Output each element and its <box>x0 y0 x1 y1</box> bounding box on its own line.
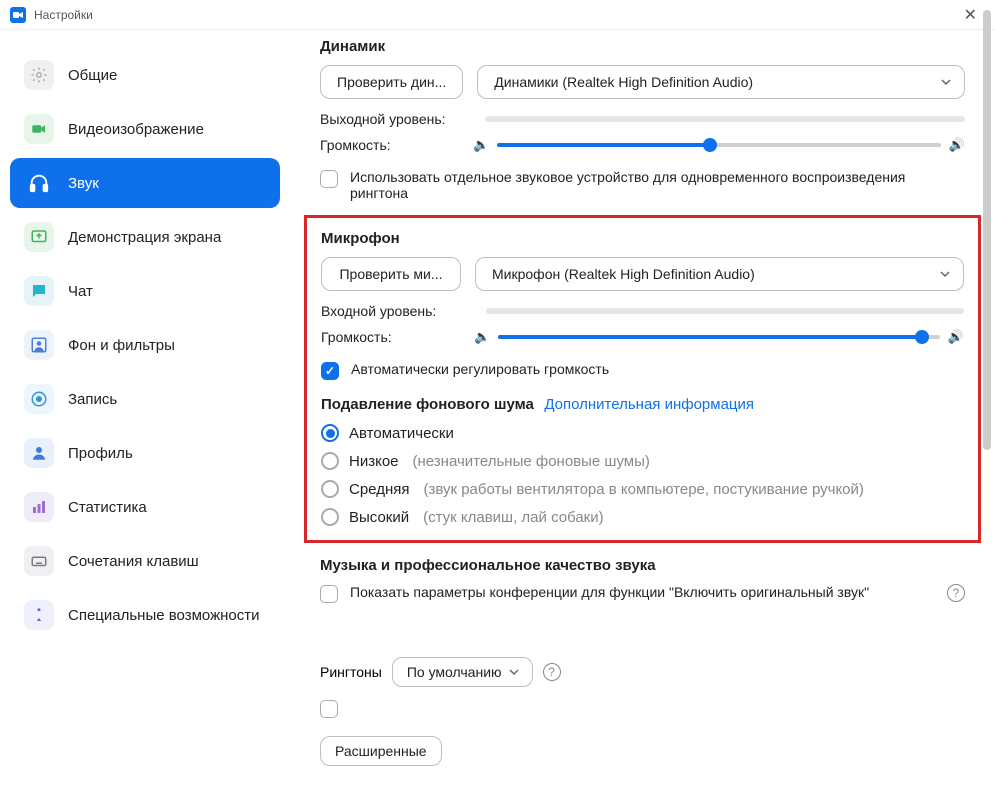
help-icon[interactable]: ? <box>543 663 561 681</box>
auto-adjust-volume-label: Автоматически регулировать громкость <box>351 361 609 377</box>
window-title: Настройки <box>34 8 93 22</box>
speaker-volume-label: Громкость: <box>320 137 465 153</box>
sidebar-item-accessibility[interactable]: Специальные возможности <box>10 590 280 640</box>
chevron-down-icon <box>508 666 520 678</box>
sidebar-item-label: Общие <box>68 67 117 84</box>
sidebar-item-video[interactable]: Видеоизображение <box>10 104 280 154</box>
speaker-high-icon: 🔊 <box>949 137 965 153</box>
help-icon[interactable]: ? <box>947 584 965 602</box>
noise-auto-label: Автоматически <box>349 425 454 442</box>
original-sound-label: Показать параметры конференции для функц… <box>350 584 935 600</box>
microphone-heading: Микрофон <box>321 230 964 247</box>
sidebar-item-shortcuts[interactable]: Сочетания клавиш <box>10 536 280 586</box>
video-icon <box>24 114 54 144</box>
ringtones-value: По умолчанию <box>407 664 502 680</box>
original-sound-checkbox[interactable] <box>320 585 338 603</box>
noise-high-hint: (стук клавиш, лай собаки) <box>423 509 603 526</box>
output-level-label: Выходной уровень: <box>320 111 465 127</box>
partial-checkbox[interactable] <box>320 700 338 718</box>
sidebar-item-statistics[interactable]: Статистика <box>10 482 280 532</box>
noise-medium-radio[interactable] <box>321 480 339 498</box>
mic-volume-label: Громкость: <box>321 329 466 345</box>
accessibility-icon <box>24 600 54 630</box>
ringtones-select[interactable]: По умолчанию <box>392 657 533 687</box>
test-mic-button[interactable]: Проверить ми... <box>321 257 461 291</box>
speaker-device-select[interactable]: Динамики (Realtek High Definition Audio) <box>477 65 965 99</box>
input-level-label: Входной уровень: <box>321 303 466 319</box>
sidebar-item-label: Сочетания клавиш <box>68 553 199 570</box>
sidebar-item-chat[interactable]: Чат <box>10 266 280 316</box>
mic-device-value: Микрофон (Realtek High Definition Audio) <box>492 266 755 282</box>
speaker-high-icon: 🔊 <box>948 329 964 345</box>
close-button[interactable]: ✕ <box>956 5 985 25</box>
sidebar-item-label: Фон и фильтры <box>68 337 175 354</box>
keyboard-icon <box>24 546 54 576</box>
share-screen-icon <box>24 222 54 252</box>
speaker-device-value: Динамики (Realtek High Definition Audio) <box>494 74 753 90</box>
sidebar-item-label: Чат <box>68 283 93 300</box>
headphones-icon <box>24 168 54 198</box>
test-speaker-button[interactable]: Проверить дин... <box>320 65 463 99</box>
sidebar-item-background[interactable]: Фон и фильтры <box>10 320 280 370</box>
sidebar-item-general[interactable]: Общие <box>10 50 280 100</box>
profile-icon <box>24 438 54 468</box>
separate-ringer-checkbox[interactable] <box>320 170 338 188</box>
noise-suppression-heading: Подавление фонового шума <box>321 396 534 413</box>
chevron-down-icon <box>939 268 951 280</box>
scrollbar[interactable] <box>983 10 991 450</box>
noise-suppression-info-link[interactable]: Дополнительная информация <box>544 396 754 413</box>
input-level-meter <box>486 308 964 314</box>
noise-high-label: Высокий <box>349 509 409 526</box>
noise-low-radio[interactable] <box>321 452 339 470</box>
noise-medium-hint: (звук работы вентилятора в компьютере, п… <box>423 481 863 498</box>
ringtones-label: Рингтоны <box>320 664 382 680</box>
speaker-volume-slider[interactable] <box>497 143 941 147</box>
sidebar-item-label: Запись <box>68 391 117 408</box>
chevron-down-icon <box>940 76 952 88</box>
noise-low-hint: (незначительные фоновые шумы) <box>413 453 650 470</box>
sidebar-item-label: Демонстрация экрана <box>68 229 221 246</box>
speaker-low-icon: 🔈 <box>473 137 489 153</box>
output-level-meter <box>485 116 965 122</box>
mic-device-select[interactable]: Микрофон (Realtek High Definition Audio) <box>475 257 964 291</box>
settings-content: Динамик Проверить дин... Динамики (Realt… <box>290 30 995 797</box>
microphone-section-highlight: Микрофон Проверить ми... Микрофон (Realt… <box>304 215 981 543</box>
sidebar-item-label: Профиль <box>68 445 133 462</box>
sidebar-item-share[interactable]: Демонстрация экрана <box>10 212 280 262</box>
mic-volume-slider[interactable] <box>498 335 940 339</box>
sidebar-item-audio[interactable]: Звук <box>10 158 280 208</box>
auto-adjust-volume-checkbox[interactable] <box>321 362 339 380</box>
sidebar-item-label: Видеоизображение <box>68 121 204 138</box>
noise-auto-radio[interactable] <box>321 424 339 442</box>
noise-high-radio[interactable] <box>321 508 339 526</box>
statistics-icon <box>24 492 54 522</box>
app-icon <box>10 7 26 23</box>
sidebar-item-recording[interactable]: Запись <box>10 374 280 424</box>
separate-ringer-label: Использовать отдельное звуковое устройст… <box>350 169 965 201</box>
speaker-heading: Динамик <box>320 38 965 55</box>
sidebar-item-label: Специальные возможности <box>68 607 260 624</box>
speaker-low-icon: 🔈 <box>474 329 490 345</box>
sidebar-item-label: Звук <box>68 175 99 192</box>
settings-sidebar: Общие Видеоизображение Звук Демонстрация… <box>0 30 290 797</box>
music-heading: Музыка и профессиональное качество звука <box>320 557 965 574</box>
record-icon <box>24 384 54 414</box>
chat-icon <box>24 276 54 306</box>
advanced-button[interactable]: Расширенные <box>320 736 442 766</box>
gear-icon <box>24 60 54 90</box>
background-icon <box>24 330 54 360</box>
sidebar-item-label: Статистика <box>68 499 147 516</box>
noise-medium-label: Средняя <box>349 481 409 498</box>
sidebar-item-profile[interactable]: Профиль <box>10 428 280 478</box>
noise-low-label: Низкое <box>349 453 399 470</box>
